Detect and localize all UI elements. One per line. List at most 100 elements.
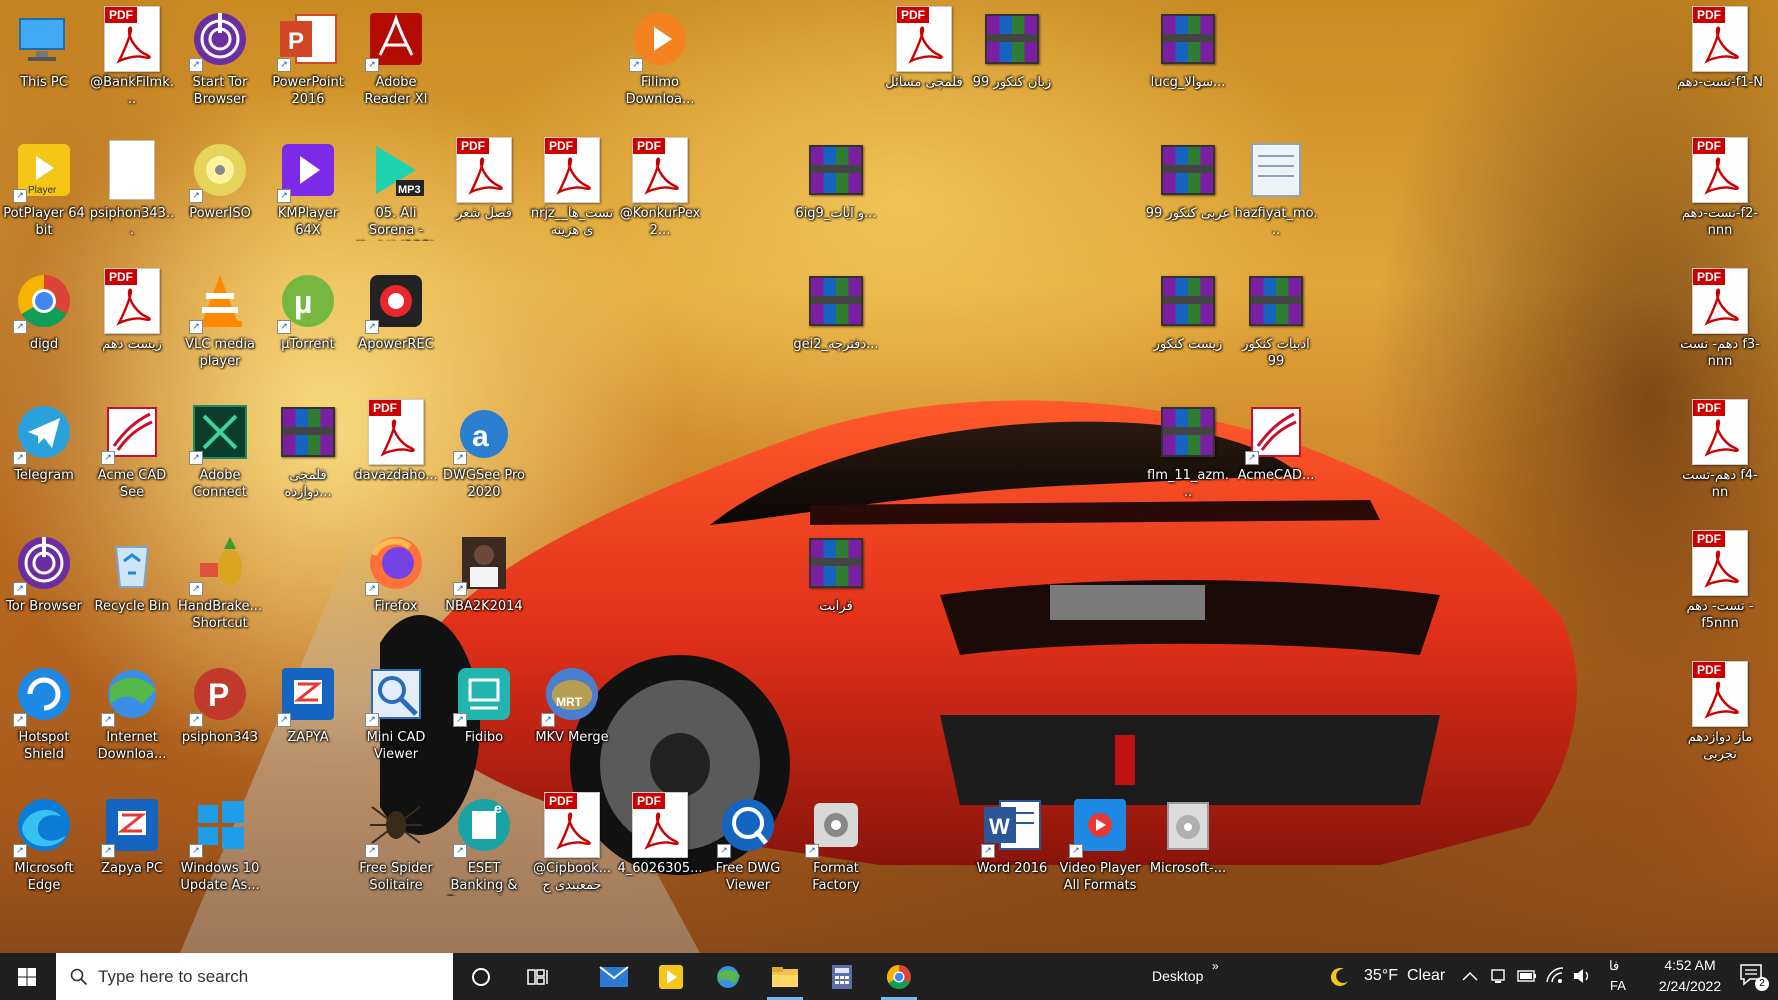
desktop-icon-handbrake[interactable]: ↗ HandBrake... Shortcut xyxy=(177,528,263,632)
desktop-icon-connect[interactable]: ↗ Adobe Connect xyxy=(177,397,263,501)
clock-time[interactable]: 4:52 AM xyxy=(1650,957,1730,973)
desktop-icon-poweriso[interactable]: ↗ PowerISO xyxy=(177,135,263,222)
chevron-up-icon[interactable] xyxy=(1462,970,1478,982)
search-input[interactable]: Type here to search xyxy=(56,953,453,1000)
desktop-icon-vlc[interactable]: ↗ VLC media player xyxy=(177,266,263,370)
shortcut-arrow-icon: ↗ xyxy=(189,58,203,72)
desktop-icon-spider[interactable]: ↗ Free Spider Solitaire xyxy=(353,790,439,894)
desktop-icon-rar[interactable]: ادبیات کنکور 99 xyxy=(1233,266,1319,370)
desktop-icon-pdf[interactable]: PDF فصل شعر xyxy=(441,135,527,222)
desktop-icon-pdf[interactable]: PDF nrjz_تست_ها_ی هزینه xyxy=(529,135,615,239)
desktop-icon-acme[interactable]: ↗ AcmeCAD... xyxy=(1233,397,1319,484)
desktop-icon-adobe[interactable]: ↗ Adobe Reader XI xyxy=(353,4,439,108)
desktop-icon-blank[interactable]: psiphon343... xyxy=(89,135,175,239)
desktop-icon-pdf[interactable]: PDF دهم- تست f3- nnn xyxy=(1677,266,1763,370)
file-explorer-icon[interactable] xyxy=(757,953,813,1000)
battery-icon[interactable] xyxy=(1517,969,1537,983)
task-view-icon[interactable] xyxy=(510,953,566,1000)
chrome-icon[interactable] xyxy=(871,953,927,1000)
desktop-icon-label: ZAPYA xyxy=(287,730,329,745)
desktop-icon-videoplayer[interactable]: ↗ Video Player All Formats xyxy=(1057,790,1143,894)
desktop-icon-psiphon[interactable]: P ↗ psiphon343 xyxy=(177,659,263,746)
desktop-icon-pc[interactable]: This PC xyxy=(1,4,87,91)
desktop-icon-label: عربی کنکور 99 xyxy=(1145,206,1231,221)
desktop-icon-chrome[interactable]: ↗ digd xyxy=(1,266,87,353)
desktop-icon-mkv[interactable]: MRT ↗ MKV Merge xyxy=(529,659,615,746)
desktop-icon-pdf[interactable]: PDF تست- دهم -f5nnn xyxy=(1677,528,1763,632)
desktop-icon-utorrent[interactable]: µ ↗ µTorrent xyxy=(265,266,351,353)
desktop-icon-rar[interactable]: lucg_سوالا... xyxy=(1145,4,1231,91)
desktop-icon-ppt[interactable]: P ↗ PowerPoint 2016 xyxy=(265,4,351,108)
desktop-icon-potplayer[interactable]: Player ↗ PotPlayer 64 bit xyxy=(1,135,87,239)
desktop-icon-pdf[interactable]: PDF تست-دهم-f1-N xyxy=(1677,4,1763,91)
desktop-icon-pdf[interactable]: PDF زیست دهم xyxy=(89,266,175,353)
volume-icon[interactable] xyxy=(1572,967,1592,985)
desktop-icon-pdf[interactable]: PDF @Cipbook... جمعبندی ج xyxy=(529,790,615,894)
language-top[interactable]: فا xyxy=(1609,958,1619,974)
clock-date[interactable]: 2/24/2022 xyxy=(1642,978,1738,994)
desktop-icon-acme[interactable]: ↗ Acme CAD See xyxy=(89,397,175,501)
desktop-icon-pdf[interactable]: PDF تست-دهم-f2-nnn xyxy=(1677,135,1763,239)
desktop-icon-filimo[interactable]: ↗ Filimo Downloa... xyxy=(617,4,703,108)
weather-temperature[interactable]: 35°F xyxy=(1364,967,1398,985)
desktop-icon-eset[interactable]: e↗ESET Banking & Payment ... xyxy=(441,790,527,896)
desktop-icon-label: Video Player All Formats xyxy=(1059,861,1141,893)
notification-center-button[interactable]: 2 xyxy=(1738,961,1770,993)
desktop-icon-dwgsee[interactable]: a ↗ DWGSee Pro 2020 xyxy=(441,397,527,501)
calculator-icon[interactable] xyxy=(814,953,870,1000)
desktop-icon-rar[interactable]: 6ig9_و آیات... xyxy=(793,135,879,222)
wifi-icon[interactable] xyxy=(1545,966,1565,984)
desktop-icon-firefox[interactable]: ↗ Firefox xyxy=(353,528,439,615)
device-icon[interactable] xyxy=(1490,967,1508,985)
desktop-icon-pdf[interactable]: PDF ماز دوازدهم تجربی xyxy=(1677,659,1763,763)
desktop-icon-pdf[interactable]: PDF 4_6026305... xyxy=(617,790,703,877)
desktop-icon-telegram[interactable]: ↗ Telegram xyxy=(1,397,87,484)
desktop-icon-hotspot[interactable]: ↗ Hotspot Shield xyxy=(1,659,87,763)
desktop-icon-pdf[interactable]: PDF @KonkurPex2... xyxy=(617,135,703,239)
desktop-icon-mp3[interactable]: MP3 05. Ali Sorena - Keshti (128) xyxy=(353,135,439,241)
desktop-icon-tor[interactable]: ↗ Tor Browser xyxy=(1,528,87,615)
desktop-icon-label: فصل شعر xyxy=(456,206,512,221)
desktop-icon-rar[interactable]: 99 زبان کنکور xyxy=(969,4,1055,91)
desktop-icon-minicad[interactable]: ↗ Mini CAD Viewer xyxy=(353,659,439,763)
shortcut-arrow-icon: ↗ xyxy=(101,713,115,727)
desktop-icon-rar[interactable]: عربی کنکور 99 xyxy=(1145,135,1231,222)
desktop-icon-pdf[interactable]: PDF دهم-تست f4-nn xyxy=(1677,397,1763,501)
desktop-icon-pdf[interactable]: PDF قلمچی مسائل xyxy=(881,4,967,91)
desktop-icon-kmplayer[interactable]: ↗ KMPlayer 64X xyxy=(265,135,351,239)
acme-icon: ↗ xyxy=(1243,399,1309,465)
mail-icon[interactable] xyxy=(586,953,642,1000)
start-button[interactable] xyxy=(0,953,54,1000)
desktop-icon-rar[interactable]: flm_11_azm... xyxy=(1145,397,1231,501)
desktop-icon-idm[interactable]: ↗ Internet Downloa... xyxy=(89,659,175,763)
toolbar-chevron-icon[interactable]: » xyxy=(1212,959,1219,973)
desktop-icon-recycle[interactable]: Recycle Bin xyxy=(89,528,175,615)
weather-condition[interactable]: Clear xyxy=(1407,967,1445,985)
desktop-icon-apower[interactable]: ↗ ApowerREC xyxy=(353,266,439,353)
idm-icon[interactable] xyxy=(700,953,756,1000)
cortana-circle-icon[interactable] xyxy=(453,953,509,1000)
desktop-icon-nba[interactable]: ↗ NBA2K2014 xyxy=(441,528,527,615)
desktop-icon-windows[interactable]: ↗ Windows 10 Update As... xyxy=(177,790,263,894)
desktop-icon-rar[interactable]: قلمچی دوازده... xyxy=(265,397,351,501)
desktop-icon-word[interactable]: W ↗ Word 2016 xyxy=(969,790,1055,877)
desktop-icon-edge[interactable]: ↗ Microsoft Edge xyxy=(1,790,87,894)
desktop-icon-rar[interactable]: قرابت xyxy=(793,528,879,615)
desktop-icon-zapya[interactable]: ↗ Zapya PC xyxy=(89,790,175,877)
desktop-icon-doc[interactable]: hazfiyat_mo... xyxy=(1233,135,1319,239)
desktop-icon-freedwg[interactable]: ↗ Free DWG Viewer xyxy=(705,790,791,894)
desktop-icon-pdf[interactable]: PDF @BankFilmk... xyxy=(89,4,175,108)
desktop-icon-format[interactable]: ↗ Format Factory xyxy=(793,790,879,894)
desktop-icon-rar[interactable]: زیست کنکور xyxy=(1145,266,1231,353)
dwgsee-icon: a ↗ xyxy=(451,399,517,465)
desktop-toolbar-label[interactable]: Desktop xyxy=(1152,968,1203,984)
desktop-icon-pdf[interactable]: PDF davazdaho... xyxy=(353,397,439,484)
desktop-icon-installer[interactable]: Microsoft-... xyxy=(1145,790,1231,877)
desktop-icon-fidibo[interactable]: ↗ Fidibo xyxy=(441,659,527,746)
shortcut-arrow-icon: ↗ xyxy=(277,713,291,727)
desktop-icon-tor[interactable]: ↗ Start Tor Browser xyxy=(177,4,263,108)
language-code[interactable]: FA xyxy=(1610,978,1626,993)
desktop-icon-zapya[interactable]: ↗ ZAPYA xyxy=(265,659,351,746)
potplayer-icon[interactable] xyxy=(643,953,699,1000)
desktop-icon-rar[interactable]: gei2_دفترچه... xyxy=(793,266,879,353)
